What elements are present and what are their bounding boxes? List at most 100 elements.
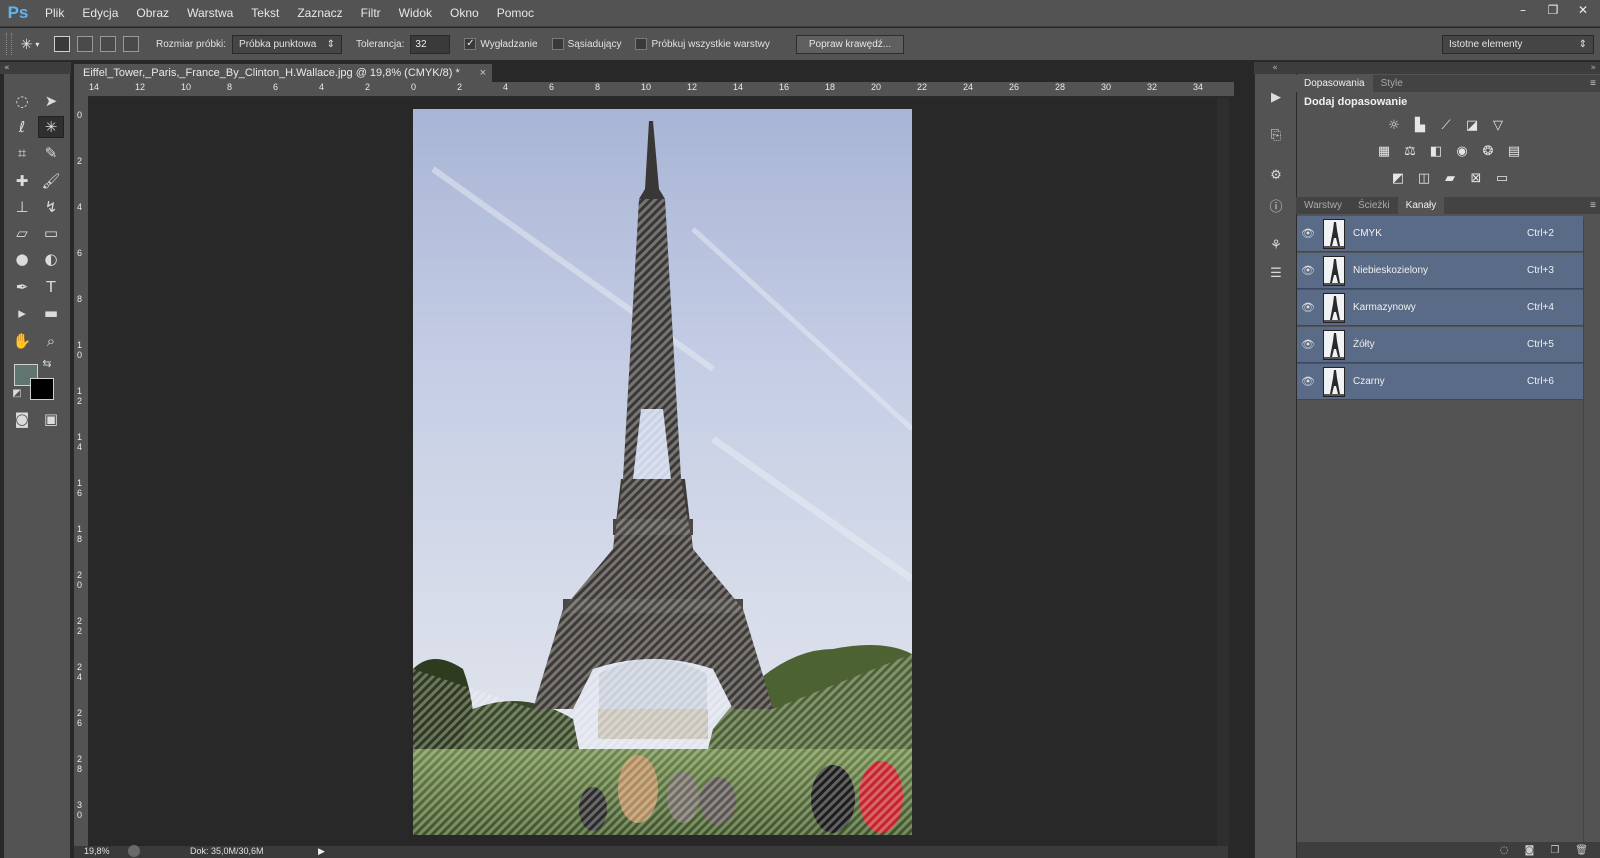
screen-mode-icon[interactable]: ▣ [38,408,64,430]
pen-tool-icon[interactable]: ✒ [9,276,35,298]
delete-channel-icon[interactable]: 🗑 [1575,845,1588,856]
menu-window[interactable]: Okno [441,0,488,27]
document-canvas-image[interactable] [413,109,912,835]
rectangle-tool-icon[interactable]: ▬ [38,302,64,324]
clone-stamp-tool-icon[interactable]: ⊥ [9,196,35,218]
info-icon[interactable]: ⓘ [1263,194,1289,216]
marquee-tool-icon[interactable]: ◌ [9,90,35,112]
tab-paths[interactable]: Ścieżki [1350,197,1398,214]
tab-layers[interactable]: Warstwy [1296,197,1350,214]
quick-mask-icon[interactable]: ◙ [9,408,35,430]
contiguous-checkbox[interactable] [551,38,564,50]
close-window-button[interactable]: ✕ [1568,1,1598,19]
antialias-checkbox[interactable]: ✓ [464,38,477,50]
menu-edit[interactable]: Edycja [73,0,127,27]
menu-filter[interactable]: Filtr [352,0,390,27]
visibility-eye-icon[interactable]: 👁 [1297,375,1319,388]
panels-collapse[interactable]: » [1296,62,1600,74]
menu-help[interactable]: Pomoc [488,0,543,27]
color-balance-icon[interactable]: ⚖ [1399,141,1421,161]
lasso-tool-icon[interactable]: ℓ [9,116,35,138]
minimize-button[interactable]: – [1508,1,1538,19]
menu-file[interactable]: Plik [36,0,73,27]
curves-icon[interactable]: ⟋ [1435,115,1457,135]
swap-colors-icon[interactable]: ⇆ [40,356,54,370]
tool-presets-icon[interactable]: ☰ [1263,262,1289,284]
type-tool-icon[interactable]: T [38,276,64,298]
photo-filter-icon[interactable]: ◉ [1451,141,1473,161]
levels-icon[interactable]: ▙ [1409,115,1431,135]
save-selection-icon[interactable]: ◙ [1525,845,1535,856]
panel-menu-icon[interactable]: ≡ [1590,75,1596,92]
new-channel-icon[interactable]: ❐ [1550,845,1559,856]
gradient-map-icon[interactable]: ▭ [1491,168,1513,188]
channel-row-cyan[interactable]: 👁 Niebieskozielony Ctrl+3 [1297,253,1583,289]
tolerance-input[interactable]: 32 [410,34,451,54]
visibility-eye-icon[interactable]: 👁 [1297,264,1319,277]
visibility-eye-icon[interactable]: 👁 [1297,227,1319,240]
threshold-icon[interactable]: ▰ [1439,168,1461,188]
visibility-eye-icon[interactable]: 👁 [1297,338,1319,351]
properties-icon[interactable]: ⚙ [1263,164,1289,186]
play-actions-icon[interactable]: ▶ [1263,86,1289,108]
dock-collapse[interactable]: « [1254,62,1296,74]
horizontal-ruler[interactable]: 14 12 10 8 6 4 2 0 2 4 6 8 10 12 14 16 18 20 22 24 26 28 30 32 3… [88,82,1234,97]
subtract-selection-mode-button[interactable] [100,36,116,52]
history-brush-tool-icon[interactable]: ↯ [38,196,64,218]
document-tab[interactable]: Eiffel_Tower,_Paris,_France_By_Clinton_H… [74,64,492,82]
path-selection-tool-icon[interactable]: ▸ [9,302,35,324]
vertical-scrollbar[interactable] [1217,98,1229,846]
hand-tool-icon[interactable]: ✋ [9,330,35,352]
close-document-icon[interactable]: × [480,64,486,82]
channel-row-black[interactable]: 👁 Czarny Ctrl+6 [1297,364,1583,400]
healing-brush-tool-icon[interactable]: ✚ [9,170,35,192]
crop-tool-icon[interactable]: ⌗ [9,142,35,164]
channels-scrollbar[interactable] [1583,219,1600,842]
invert-icon[interactable]: ◩ [1387,168,1409,188]
selective-color-icon[interactable]: ⊠ [1465,168,1487,188]
channel-row-cmyk[interactable]: 👁 CMYK Ctrl+2 [1297,216,1583,252]
eyedropper-tool-icon[interactable]: ✎ [38,142,64,164]
tab-styles[interactable]: Style [1373,75,1411,92]
load-selection-icon[interactable]: ◌ [1500,845,1509,856]
hue-saturation-icon[interactable]: ▦ [1373,141,1395,161]
black-white-icon[interactable]: ◧ [1425,141,1447,161]
menu-type[interactable]: Tekst [242,0,288,27]
magic-wand-preset-icon[interactable]: ✳ ▾ [12,32,48,56]
workspace-dropdown[interactable]: Istotne elementy ⇕ [1442,34,1594,54]
background-color-swatch[interactable] [30,378,54,400]
brush-presets-icon[interactable]: ⚘ [1263,234,1289,256]
restore-button[interactable]: ❐ [1538,1,1568,19]
posterize-icon[interactable]: ◫ [1413,168,1435,188]
menu-layer[interactable]: Warstwa [178,0,242,27]
channel-row-yellow[interactable]: 👁 Żółty Ctrl+5 [1297,327,1583,363]
menu-image[interactable]: Obraz [127,0,178,27]
channel-row-magenta[interactable]: 👁 Karmazynowy Ctrl+4 [1297,290,1583,326]
vibrance-icon[interactable]: ▽ [1487,115,1509,135]
toolbox-collapse[interactable]: « [0,62,71,74]
sample-size-dropdown[interactable]: Próbka punktowa ⇕ [232,34,343,54]
color-lookup-icon[interactable]: ▤ [1503,141,1525,161]
zoom-tool-icon[interactable]: ⌕ [38,330,64,352]
visibility-eye-icon[interactable]: 👁 [1297,301,1319,314]
add-selection-mode-button[interactable] [77,36,93,52]
menu-select[interactable]: Zaznacz [288,0,351,27]
gradient-tool-icon[interactable]: ▭ [38,222,64,244]
zoom-level[interactable]: 19,8% [84,846,110,856]
refine-edge-button[interactable]: Popraw krawędź... [795,34,905,54]
eraser-tool-icon[interactable]: ▱ [9,222,35,244]
intersect-selection-mode-button[interactable] [123,36,139,52]
tab-adjustments[interactable]: Dopasowania [1296,75,1373,92]
magic-wand-tool-icon[interactable]: ✳ [38,116,64,138]
brush-tool-icon[interactable]: 🖌 [38,170,64,192]
exposure-icon[interactable]: ◪ [1461,115,1483,135]
brightness-contrast-icon[interactable]: ☼ [1383,115,1405,135]
blur-tool-icon[interactable]: ● [9,248,35,270]
default-colors-icon[interactable]: ◩ [10,386,24,400]
menu-view[interactable]: Widok [390,0,441,27]
sample-all-layers-checkbox[interactable] [635,38,648,50]
panel-menu-icon[interactable]: ≡ [1590,197,1596,214]
dodge-tool-icon[interactable]: ◐ [38,248,64,270]
tab-channels[interactable]: Kanały [1397,197,1445,214]
status-menu-arrow-icon[interactable]: ▶ [318,846,325,857]
